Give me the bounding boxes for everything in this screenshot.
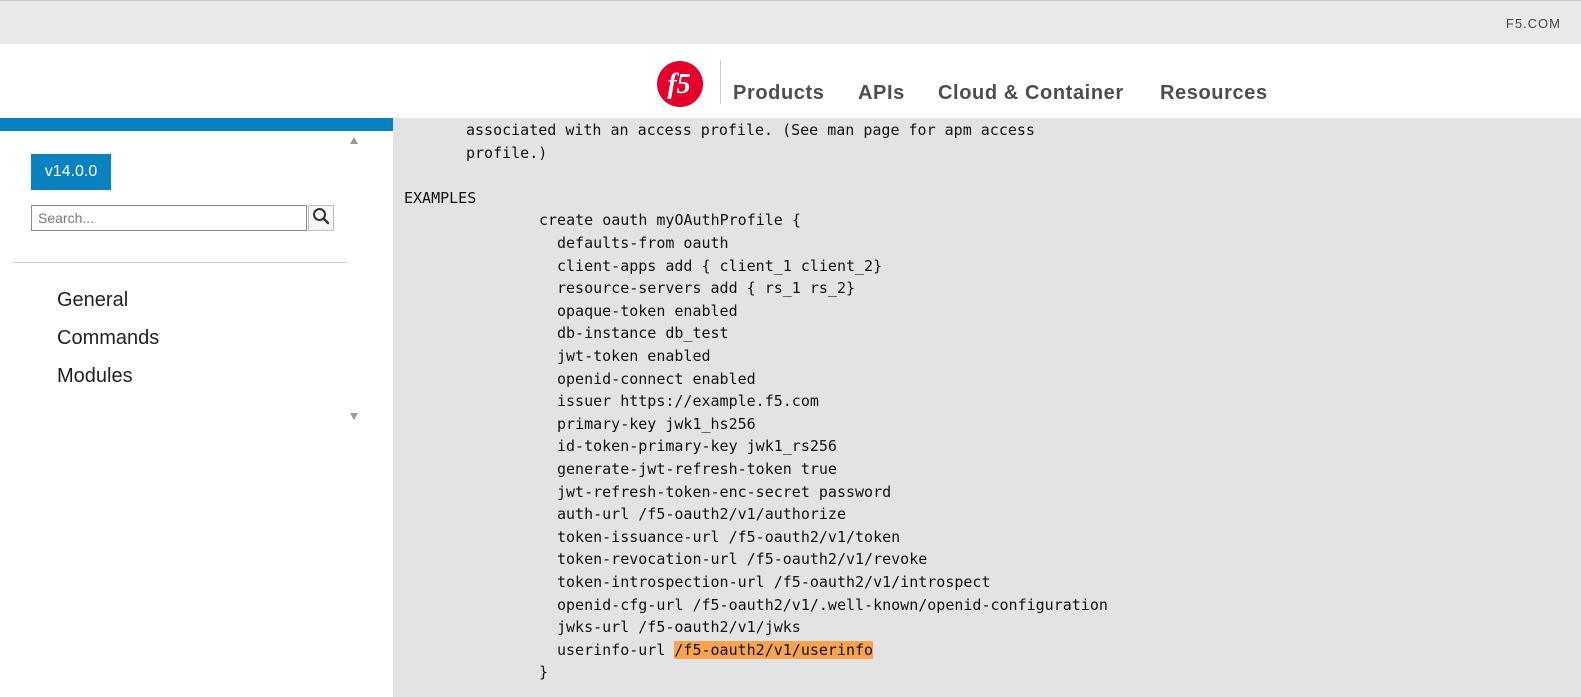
code-line: id-token-primary-key jwk1_rs256	[557, 437, 837, 455]
code-line: jwt-refresh-token-enc-secret password	[557, 483, 891, 501]
code-line: associated with an access profile. (See …	[466, 121, 1035, 139]
code-line: client-apps add { client_1 client_2}	[557, 257, 882, 275]
code-line: token-revocation-url /f5-oauth2/v1/revok…	[557, 550, 927, 568]
code-text: client-apps add { client_1 client_2}	[557, 256, 883, 275]
code-line: openid-cfg-url /f5-oauth2/v1/.well-known…	[557, 596, 1108, 614]
utility-bar: F5.COM	[0, 0, 1581, 44]
code-text: generate-jwt-refresh-token true	[557, 460, 837, 478]
nav-resources[interactable]: Resources	[1160, 82, 1268, 105]
search-icon	[312, 207, 330, 230]
code-text: jwt-token enabled	[557, 347, 711, 365]
sidebar-scrollbar[interactable]	[348, 145, 360, 409]
code-line: jwt-token enabled	[557, 347, 711, 365]
code-text: resource-servers add { rs_1 rs_2}	[557, 279, 856, 298]
code-line: defaults-from oauth	[557, 234, 729, 252]
code-text: jwks-url /f5-oauth2/v1/jwks	[557, 618, 801, 637]
version-badge[interactable]: v14.0.0	[31, 154, 111, 190]
code-text: userinfo-url	[557, 640, 675, 659]
search-input[interactable]	[31, 205, 307, 231]
code-text: token-introspection-url /f5-oauth2/v1/in…	[557, 573, 991, 591]
f5-com-link[interactable]: F5.COM	[1506, 16, 1561, 31]
code-text: primary-key jwk1_hs256	[557, 414, 756, 433]
code-text: profile.)	[466, 143, 548, 162]
scroll-down-arrow-icon[interactable]	[349, 408, 359, 420]
code-line: issuer https://example.f5.com	[557, 392, 819, 410]
sidebar-item-commands[interactable]: Commands	[57, 327, 159, 350]
code-line: resource-servers add { rs_1 rs_2}	[557, 279, 855, 297]
f5-logo-icon[interactable]: f5	[656, 60, 704, 108]
code-line: db-instance db_test	[557, 324, 729, 342]
code-text: auth-url /f5-oauth2/v1/authorize	[557, 505, 846, 524]
code-text: token-revocation-url /f5-oauth2/v1/revok…	[557, 550, 928, 569]
header-divider	[720, 60, 721, 104]
code-text: db-instance db_test	[557, 324, 729, 343]
code-line: generate-jwt-refresh-token true	[557, 460, 837, 478]
sidebar-divider	[13, 262, 347, 263]
code-text: associated with an access profile. (See …	[466, 121, 1035, 139]
svg-text:f5: f5	[667, 69, 690, 100]
code-text: EXAMPLES	[404, 188, 477, 207]
code-text: token-issuance-url /f5-oauth2/v1/token	[557, 527, 901, 546]
code-line: openid-connect enabled	[557, 370, 756, 388]
code-line: profile.)	[466, 144, 547, 162]
code-text: jwt-refresh-token-enc-secret password	[557, 482, 892, 501]
sidebar-item-modules[interactable]: Modules	[57, 365, 133, 388]
code-line: token-issuance-url /f5-oauth2/v1/token	[557, 528, 900, 546]
nav-products[interactable]: Products	[733, 82, 824, 105]
code-text: id-token-primary-key jwk1_rs256	[557, 437, 837, 456]
code-text: openid-connect enabled	[557, 369, 756, 388]
code-text: openid-cfg-url /f5-oauth2/v1/.well-known…	[557, 595, 1108, 614]
code-line: jwks-url /f5-oauth2/v1/jwks	[557, 618, 801, 636]
man-page-content: associated with an access profile. (See …	[393, 118, 1581, 697]
site-header: f5 Products APIs Cloud & Container Resou…	[0, 44, 1581, 118]
code-line: auth-url /f5-oauth2/v1/authorize	[557, 505, 846, 523]
section-heading: EXAMPLES	[404, 189, 476, 207]
code-text: issuer https://example.f5.com	[557, 392, 819, 411]
code-text: }	[539, 663, 549, 682]
code-line: create oauth myOAuthProfile {	[539, 211, 801, 229]
sidebar-item-general[interactable]: General	[57, 289, 128, 312]
scroll-up-arrow-icon[interactable]	[349, 133, 359, 144]
search-button[interactable]	[308, 205, 334, 231]
page: F5.COM f5 Products APIs Cloud & Containe…	[0, 0, 1581, 697]
code-line: token-introspection-url /f5-oauth2/v1/in…	[557, 573, 990, 591]
code-line: }	[539, 663, 548, 681]
nav-cloud-container[interactable]: Cloud & Container	[938, 82, 1124, 105]
code-line: opaque-token enabled	[557, 302, 738, 320]
code-text: create oauth myOAuthProfile {	[539, 211, 801, 230]
sidebar: v14.0.0 General Commands Modules	[0, 131, 393, 697]
code-line: userinfo-url /f5-oauth2/v1/userinfo	[557, 640, 874, 659]
code-text: opaque-token enabled	[557, 301, 738, 320]
code-line: primary-key jwk1_hs256	[557, 415, 756, 433]
nav-apis[interactable]: APIs	[858, 82, 905, 105]
search-highlight: /f5-oauth2/v1/userinfo	[674, 640, 874, 659]
code-text: defaults-from oauth	[557, 234, 729, 252]
